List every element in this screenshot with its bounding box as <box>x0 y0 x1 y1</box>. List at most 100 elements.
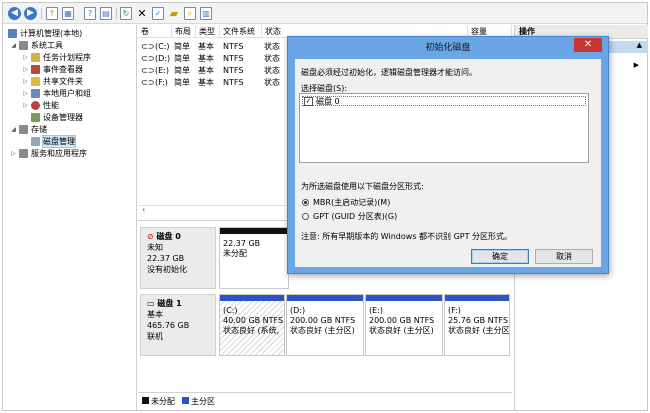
close-button[interactable]: ✕ <box>574 38 602 52</box>
clock-icon <box>31 53 40 62</box>
show-tree-icon[interactable]: ▦ <box>62 7 74 20</box>
up-folder-icon[interactable]: ↑ <box>46 7 58 20</box>
collapse-arrow-icon[interactable]: ◢ <box>10 124 17 135</box>
tree-item-system-tools[interactable]: ◢ 系统工具 <box>10 40 63 51</box>
legend-primary-swatch <box>182 397 189 404</box>
disk-warning-icon: ⊘ <box>147 232 154 241</box>
forward-arrow-icon[interactable]: ▶ <box>24 7 37 20</box>
tree-item-storage[interactable]: ◢ 存储 <box>10 124 47 135</box>
open-folder-icon[interactable]: ▰ <box>168 7 180 20</box>
status-cell: 状态 <box>264 42 280 51</box>
users-icon <box>31 89 40 98</box>
filesystem-cell: NTFS <box>223 78 244 87</box>
column-header-filesystem[interactable]: 文件系统 <box>220 25 262 38</box>
drive-icon: ⊂⊃ <box>141 78 155 87</box>
dialog-note: 注意: 所有早期版本的 Windows 都不识别 GPT 分区形式。 <box>301 232 513 241</box>
partition-c[interactable]: (C:) 40.00 GB NTFS 状态良好 (系统, <box>219 294 285 356</box>
tree-item-task-scheduler[interactable]: ▷ 任务计划程序 <box>22 52 91 63</box>
primary-partition-bar <box>445 295 509 301</box>
horizontal-scrollbar[interactable]: ‹ <box>138 205 286 215</box>
expand-arrow-icon[interactable]: ▷ <box>22 64 29 75</box>
status-cell: 状态 <box>264 66 280 75</box>
actions-item-highlight[interactable]: ▲ <box>605 41 648 53</box>
expand-arrow-icon[interactable]: ▷ <box>22 88 29 99</box>
expand-arrow-icon[interactable]: ▷ <box>22 52 29 63</box>
help-icon[interactable]: ? <box>84 7 96 20</box>
expand-arrow-icon[interactable]: ▷ <box>22 100 29 111</box>
legend: 未分配 主分区 <box>138 392 512 408</box>
dialog-body: 磁盘必须经过初始化，逻辑磁盘管理器才能访问。 选择磁盘(S): ✓ 磁盘 0 为所… <box>295 59 601 267</box>
volume-cell: (C:) <box>155 42 170 51</box>
volume-cell: (F:) <box>155 78 168 87</box>
volume-cell: (E:) <box>155 66 169 75</box>
disk-listbox[interactable]: ✓ 磁盘 0 <box>299 93 589 163</box>
partition-e[interactable]: (E:) 200.00 GB NTFS 状态良好 (主分区) <box>365 294 443 356</box>
tree-item-disk-management[interactable]: 磁盘管理 <box>31 135 76 148</box>
column-header-volume[interactable]: 卷 <box>138 25 172 38</box>
back-arrow-icon[interactable]: ◀ <box>8 7 21 20</box>
expand-arrow-icon[interactable]: ▷ <box>10 148 17 159</box>
delete-icon[interactable]: ✕ <box>136 7 148 20</box>
volume-cell: (D:) <box>155 54 171 63</box>
tree-item-performance[interactable]: ▷ 性能 <box>22 100 59 111</box>
disk-0-checkbox[interactable]: ✓ <box>304 97 313 106</box>
tree-item-event-viewer[interactable]: ▷ 事件查看器 <box>22 64 83 75</box>
gpt-radio[interactable] <box>302 213 309 220</box>
scroll-left-icon[interactable]: ‹ <box>142 205 145 214</box>
disk-view-icon[interactable]: ▥ <box>200 7 212 20</box>
refresh-icon[interactable]: ↻ <box>120 7 132 20</box>
disk-icon: ▭ <box>147 299 155 308</box>
drive-icon: ⊂⊃ <box>141 66 155 75</box>
filesystem-cell: NTFS <box>223 42 244 51</box>
layout-cell: 简单 <box>174 54 190 63</box>
legend-unallocated-label: 未分配 <box>151 397 175 406</box>
mbr-radio[interactable] <box>302 199 309 206</box>
initialize-disk-dialog: 初始化磁盘 ✕ 磁盘必须经过初始化，逻辑磁盘管理器才能访问。 选择磁盘(S): … <box>287 36 609 274</box>
cancel-button[interactable]: 取消 <box>535 249 593 264</box>
disk-0-label[interactable]: ⊘ 磁盘 0 未知 22.37 GB 没有初始化 <box>140 227 216 289</box>
folder-icon <box>31 77 40 86</box>
disk-icon <box>31 137 40 146</box>
tree-item-local-users[interactable]: ▷ 本地用户和组 <box>22 88 91 99</box>
dialog-title: 初始化磁盘 <box>425 43 471 53</box>
search-icon[interactable]: ⌕ <box>184 7 196 20</box>
column-header-type[interactable]: 类型 <box>196 25 220 38</box>
toolbar: ◀ ▶ ↑ ▦ ? ▤ ↻ ✕ ✓ ▰ ⌕ ▥ <box>3 3 647 24</box>
disk-list-item[interactable]: ✓ 磁盘 0 <box>302 96 586 106</box>
toolbar-separator <box>41 8 42 19</box>
column-header-layout[interactable]: 布局 <box>172 25 196 38</box>
disk-0-unallocated[interactable]: 22.37 GB 未分配 <box>219 227 289 289</box>
collapse-up-icon[interactable]: ▲ <box>637 41 642 49</box>
toolbar-separator <box>116 8 117 19</box>
partition-style-label: 为所选磁盘使用以下磁盘分区形式: <box>301 182 424 191</box>
legend-primary-label: 主分区 <box>191 397 215 406</box>
event-icon <box>31 65 40 74</box>
device-icon <box>31 113 40 122</box>
tree-item-device-manager[interactable]: 设备管理器 <box>31 112 83 123</box>
tree-item-services-apps[interactable]: ▷ 服务和应用程序 <box>10 148 87 159</box>
type-cell: 基本 <box>198 66 214 75</box>
primary-partition-bar <box>366 295 442 301</box>
layout-cell: 简单 <box>174 78 190 87</box>
expand-arrow-icon[interactable]: ▷ <box>22 76 29 87</box>
layout-cell: 简单 <box>174 66 190 75</box>
ok-button[interactable]: 确定 <box>471 249 529 264</box>
type-cell: 基本 <box>198 78 214 87</box>
tools-icon <box>19 41 28 50</box>
dialog-intro: 磁盘必须经过初始化，逻辑磁盘管理器才能访问。 <box>301 68 477 77</box>
mbr-option[interactable]: MBR(主启动记录)(M) <box>302 197 390 208</box>
partition-d[interactable]: (D:) 200.00 GB NTFS 状态良好 (主分区) <box>286 294 364 356</box>
collapse-arrow-icon[interactable]: ◢ <box>10 40 17 51</box>
disk-1-label[interactable]: ▭ 磁盘 1 基本 465.76 GB 联机 <box>140 294 216 356</box>
console-tree: 计算机管理(本地) ◢ 系统工具 ▷ 任务计划程序 ▷ 事件查看器 ▷ 共享文件… <box>3 25 137 410</box>
gpt-option[interactable]: GPT (GUID 分区表)(G) <box>302 211 397 222</box>
status-cell: 状态 <box>264 78 280 87</box>
properties-icon[interactable]: ▤ <box>100 7 112 20</box>
unallocated-bar <box>220 228 288 234</box>
tree-item-shared-folders[interactable]: ▷ 共享文件夹 <box>22 76 83 87</box>
more-actions-arrow-icon[interactable]: ▶ <box>634 61 639 69</box>
tree-item-root[interactable]: 计算机管理(本地) <box>8 28 82 39</box>
status-cell: 状态 <box>264 54 280 63</box>
partition-f[interactable]: (F:) 25.76 GB NTFS 状态良好 (主分区) <box>444 294 510 356</box>
check-icon[interactable]: ✓ <box>152 7 164 20</box>
